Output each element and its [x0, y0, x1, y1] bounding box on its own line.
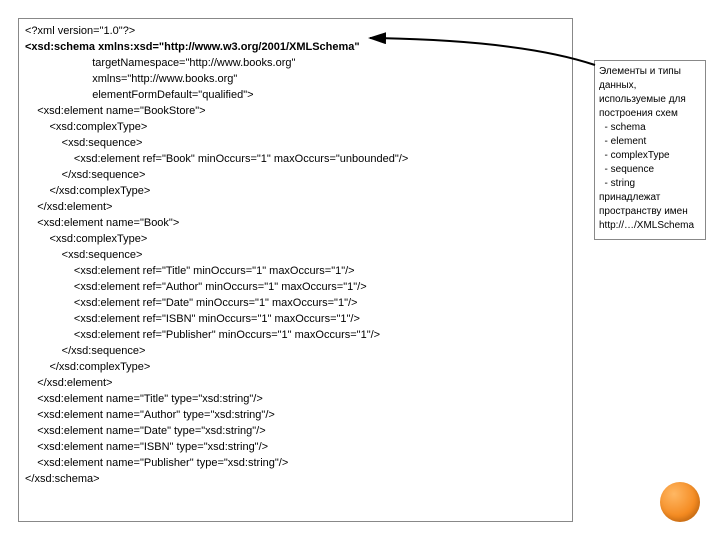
code-line: <xsd:element ref="Book" minOccurs="1" ma… [25, 151, 566, 167]
code-line: </xsd:sequence> [25, 343, 566, 359]
code-line: <xsd:element ref="Date" minOccurs="1" ma… [25, 295, 566, 311]
code-line: <xsd:schema xmlns:xsd="http://www.w3.org… [25, 39, 566, 55]
decorative-circle-icon [660, 482, 700, 522]
code-line: <xsd:sequence> [25, 135, 566, 151]
code-line: </xsd:schema> [25, 471, 566, 487]
code-line: <xsd:element name="BookStore"> [25, 103, 566, 119]
code-line: </xsd:element> [25, 375, 566, 391]
code-line: <xsd:element ref="ISBN" minOccurs="1" ma… [25, 311, 566, 327]
annotation-intro: Элементы и типы данных, используемые для… [599, 65, 701, 121]
code-line: <xsd:element ref="Title" minOccurs="1" m… [25, 263, 566, 279]
code-line: <xsd:element name="Author" type="xsd:str… [25, 407, 566, 423]
annotation-list: - schema - element - complexType - seque… [599, 121, 701, 191]
code-line: <xsd:element name="Book"> [25, 215, 566, 231]
code-line: <xsd:complexType> [25, 119, 566, 135]
code-box: <?xml version="1.0"?><xsd:schema xmlns:x… [18, 18, 573, 522]
code-line: <xsd:sequence> [25, 247, 566, 263]
code-line: </xsd:complexType> [25, 183, 566, 199]
code-line: </xsd:sequence> [25, 167, 566, 183]
annotation-item: - element [599, 135, 701, 149]
annotation-item: - complexType [599, 149, 701, 163]
annotation-item: - string [599, 177, 701, 191]
code-line: <xsd:element ref="Publisher" minOccurs="… [25, 327, 566, 343]
code-line: xmlns="http://www.books.org" [25, 71, 566, 87]
code-line: <xsd:element name="ISBN" type="xsd:strin… [25, 439, 566, 455]
annotation-outro: принадлежат пространству имен http://…/X… [599, 191, 701, 233]
annotation-item: - schema [599, 121, 701, 135]
code-line: elementFormDefault="qualified"> [25, 87, 566, 103]
code-line: targetNamespace="http://www.books.org" [25, 55, 566, 71]
annotation-callout: Элементы и типы данных, используемые для… [594, 60, 706, 240]
code-line: <xsd:element name="Publisher" type="xsd:… [25, 455, 566, 471]
code-line: <xsd:element ref="Author" minOccurs="1" … [25, 279, 566, 295]
code-line: </xsd:complexType> [25, 359, 566, 375]
code-line: <xsd:element name="Date" type="xsd:strin… [25, 423, 566, 439]
annotation-item: - sequence [599, 163, 701, 177]
code-line: <xsd:complexType> [25, 231, 566, 247]
code-line: <xsd:element name="Title" type="xsd:stri… [25, 391, 566, 407]
code-line: <?xml version="1.0"?> [25, 23, 566, 39]
code-line: </xsd:element> [25, 199, 566, 215]
